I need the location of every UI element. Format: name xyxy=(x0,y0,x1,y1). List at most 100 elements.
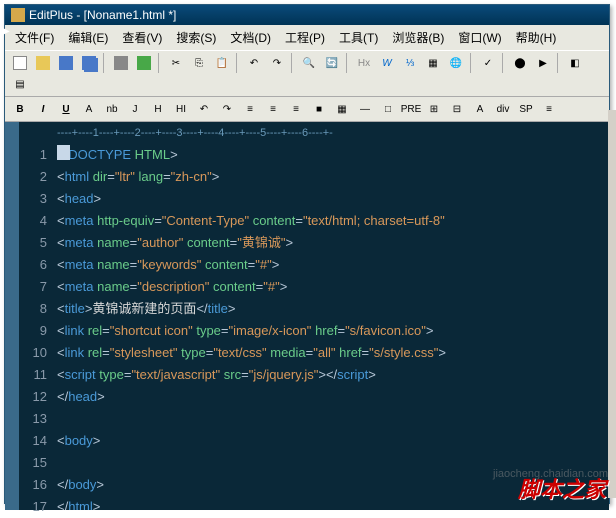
marker-margin[interactable]: ▶ xyxy=(5,122,19,510)
html-tool-8[interactable]: ↶ xyxy=(193,99,215,119)
code-line[interactable]: <meta http-equiv="Content-Type" content=… xyxy=(57,210,609,232)
html-tool-21[interactable]: div xyxy=(492,99,514,119)
html-tool-5[interactable]: J xyxy=(124,99,146,119)
html-tool-2[interactable]: U xyxy=(55,99,77,119)
html-tool-6[interactable]: H xyxy=(147,99,169,119)
html-tool-19[interactable]: ⊟ xyxy=(446,99,468,119)
line-number: 8 xyxy=(19,298,47,320)
line-number: 1 xyxy=(19,144,47,166)
html-tool-1[interactable]: I xyxy=(32,99,54,119)
html-tool-15[interactable]: — xyxy=(354,99,376,119)
menu-doc[interactable]: 文档(D) xyxy=(224,27,277,48)
line-number: 5 xyxy=(19,232,47,254)
code-line[interactable]: <script type="text/javascript" src="js/j… xyxy=(57,364,609,386)
code-line[interactable]: <!DOCTYPE HTML> xyxy=(57,144,609,166)
code-line[interactable]: <head> xyxy=(57,188,609,210)
hex-icon[interactable]: Hx xyxy=(353,53,375,73)
code-line[interactable]: <meta name="keywords" content="#"> xyxy=(57,254,609,276)
undo-icon[interactable]: ↶ xyxy=(243,53,265,73)
save-icon[interactable] xyxy=(55,53,77,73)
code-line[interactable]: <title>黄锦诚新建的页面</title> xyxy=(57,298,609,320)
menu-file[interactable]: 文件(F) xyxy=(9,27,60,48)
html-tool-0[interactable]: B xyxy=(9,99,31,119)
editor-area: ▶ 1234567891011121314151617 ----+----1--… xyxy=(5,122,609,510)
html-tool-18[interactable]: ⊞ xyxy=(423,99,445,119)
wrap-icon[interactable]: W xyxy=(376,53,398,73)
line-number: 3 xyxy=(19,188,47,210)
code-area[interactable]: ----+----1----+----2----+----3----+----4… xyxy=(53,122,609,510)
html-tool-16[interactable]: □ xyxy=(377,99,399,119)
current-line-arrow: ▶ xyxy=(2,26,10,37)
menu-edit[interactable]: 编辑(E) xyxy=(62,27,114,48)
open-icon[interactable] xyxy=(32,53,54,73)
html-tool-17[interactable]: PRE xyxy=(400,99,422,119)
code-line[interactable]: <html dir="ltr" lang="zh-cn"> xyxy=(57,166,609,188)
col-icon[interactable]: ▦ xyxy=(422,53,444,73)
html-tool-23[interactable]: ≡ xyxy=(538,99,560,119)
line-number: 4 xyxy=(19,210,47,232)
browser-icon[interactable]: 🌐 xyxy=(445,53,467,73)
print-icon[interactable] xyxy=(110,53,132,73)
code-line[interactable]: <meta name="author" content="黄锦诚"> xyxy=(57,232,609,254)
line-number: 15 xyxy=(19,452,47,474)
text-cursor xyxy=(57,145,70,160)
toolbar-html: BIUAnbJHHI↶↷≡≡≡■▦—□PRE⊞⊟AdivSP≡ xyxy=(5,97,609,122)
code-line[interactable]: <link rel="stylesheet" type="text/css" m… xyxy=(57,342,609,364)
cut-icon[interactable]: ✂ xyxy=(165,53,187,73)
line-number: 14 xyxy=(19,430,47,452)
html-tool-4[interactable]: nb xyxy=(101,99,123,119)
line-number: 2 xyxy=(19,166,47,188)
html-tool-10[interactable]: ≡ xyxy=(239,99,261,119)
line-gutter[interactable]: 1234567891011121314151617 xyxy=(19,122,53,510)
line-number: 12 xyxy=(19,386,47,408)
num-icon[interactable]: ⅓ xyxy=(399,53,421,73)
html-tool-12[interactable]: ≡ xyxy=(285,99,307,119)
menu-window[interactable]: 窗口(W) xyxy=(452,27,507,48)
html-tool-11[interactable]: ≡ xyxy=(262,99,284,119)
menu-project[interactable]: 工程(P) xyxy=(279,27,331,48)
redo-icon[interactable]: ↷ xyxy=(266,53,288,73)
toolbar-main: ✂ ⎘ 📋 ↶ ↷ 🔍 🔄 Hx W ⅓ ▦ 🌐 ✓ ⬤ ▶ ◧ ▤ xyxy=(5,50,609,97)
watermark-stamp: 脚本之家 xyxy=(518,472,606,504)
line-number: 10 xyxy=(19,342,47,364)
play-icon[interactable]: ▶ xyxy=(532,53,554,73)
menu-search[interactable]: 搜索(S) xyxy=(170,27,222,48)
code-line[interactable]: </head> xyxy=(57,386,609,408)
menu-browser[interactable]: 浏览器(B) xyxy=(386,27,450,48)
html-tool-7[interactable]: HI xyxy=(170,99,192,119)
code-line[interactable]: <link rel="shortcut icon" type="image/x-… xyxy=(57,320,609,342)
copy-icon[interactable]: ⎘ xyxy=(188,53,210,73)
code-line[interactable]: <body> xyxy=(57,430,609,452)
new-icon[interactable] xyxy=(9,53,31,73)
line-number: 9 xyxy=(19,320,47,342)
line-number: 6 xyxy=(19,254,47,276)
html-tool-22[interactable]: SP xyxy=(515,99,537,119)
line-number: 7 xyxy=(19,276,47,298)
line-number: 13 xyxy=(19,408,47,430)
html-tool-3[interactable]: A xyxy=(78,99,100,119)
code-line[interactable] xyxy=(57,408,609,430)
sidebar-icon[interactable]: ◧ xyxy=(564,53,586,73)
menu-view[interactable]: 查看(V) xyxy=(116,27,168,48)
saveall-icon[interactable] xyxy=(78,53,100,73)
paste-icon[interactable]: 📋 xyxy=(211,53,233,73)
output-icon[interactable]: ▤ xyxy=(9,74,31,94)
titlebar[interactable]: EditPlus - [Noname1.html *] xyxy=(5,5,609,25)
scrollbar[interactable] xyxy=(608,110,616,498)
menu-help[interactable]: 帮助(H) xyxy=(510,27,563,48)
html-tool-14[interactable]: ▦ xyxy=(331,99,353,119)
find-icon[interactable]: 🔍 xyxy=(298,53,320,73)
line-number: 16 xyxy=(19,474,47,496)
line-number: 11 xyxy=(19,364,47,386)
preview-icon[interactable] xyxy=(133,53,155,73)
window-title: EditPlus - [Noname1.html *] xyxy=(29,8,176,22)
record-icon[interactable]: ⬤ xyxy=(509,53,531,73)
html-tool-13[interactable]: ■ xyxy=(308,99,330,119)
menu-tool[interactable]: 工具(T) xyxy=(333,27,384,48)
check-icon[interactable]: ✓ xyxy=(477,53,499,73)
html-tool-9[interactable]: ↷ xyxy=(216,99,238,119)
html-tool-20[interactable]: A xyxy=(469,99,491,119)
app-icon xyxy=(11,8,25,22)
replace-icon[interactable]: 🔄 xyxy=(321,53,343,73)
code-line[interactable]: <meta name="description" content="#"> xyxy=(57,276,609,298)
